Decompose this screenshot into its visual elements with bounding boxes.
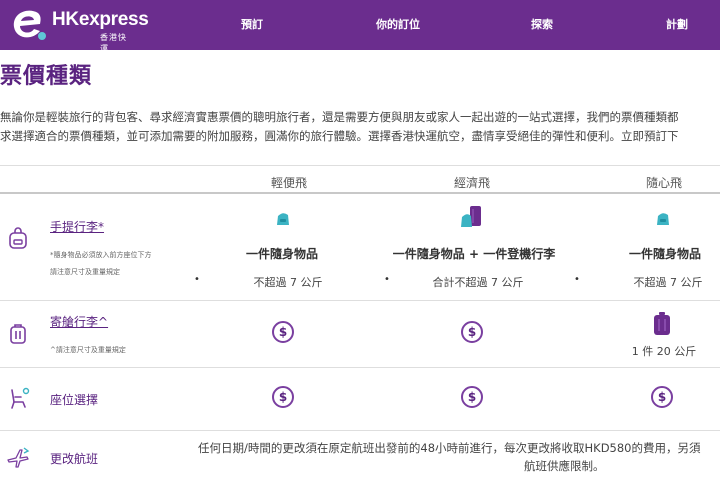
dollar-icon: $ xyxy=(651,386,673,408)
carry-on-label[interactable]: 手提行李* xyxy=(50,218,104,235)
change-flight-policy: 任何日期/時間的更改須在原定航班出發前的48小時前進行，每次更改將收取HKD58… xyxy=(198,441,701,455)
flex-checked-allowance: 1 件 20 公斤 xyxy=(631,345,697,358)
backpack-icon xyxy=(9,227,27,249)
dollar-icon: $ xyxy=(272,386,294,408)
fare-header-flex: 隨心飛 xyxy=(645,176,683,190)
row-divider xyxy=(0,300,720,301)
brand-name: HKexpress xyxy=(52,9,149,30)
nav-plan[interactable]: 計劃 xyxy=(666,16,688,32)
brand-subtitle: 香港快運 xyxy=(100,33,127,53)
checked-baggage-note: ^請注意尺寸及重量規定 xyxy=(50,346,126,354)
flex-carry-on-title: 一件隨身物品 xyxy=(628,247,702,261)
nav-book[interactable]: 預訂 xyxy=(241,16,263,32)
carry-on-note: *隨身物品必須放入前方座位下方 xyxy=(50,251,152,259)
fare-header-light: 輕便飛 xyxy=(270,176,308,190)
plane-change-icon xyxy=(7,447,30,468)
suitcase-icon xyxy=(10,324,26,344)
bullet: • xyxy=(194,274,200,285)
checked-baggage-label[interactable]: 寄艙行李^ xyxy=(50,313,108,330)
small-bag-icon xyxy=(277,213,289,225)
table-header-divider xyxy=(0,192,720,194)
fare-header-economy: 經濟飛 xyxy=(453,176,491,190)
suitcase-included-icon xyxy=(654,312,670,335)
dollar-icon: $ xyxy=(461,321,483,343)
seat-selection-label[interactable]: 座位選擇 xyxy=(50,391,98,408)
page-title: 票價種類 xyxy=(0,64,93,89)
change-flight-label[interactable]: 更改航班 xyxy=(50,450,98,467)
bullet: • xyxy=(574,274,580,285)
top-header: HKexpress 香港快運 預訂 你的訂位 探索 計劃 xyxy=(0,0,720,53)
light-carry-on-weight: 不超過 7 公斤 xyxy=(253,276,323,289)
economy-carry-on-weight: 合計不超過 7 公斤 xyxy=(432,276,524,289)
bullet: • xyxy=(384,274,390,285)
brand-logo[interactable]: HKexpress 香港快運 xyxy=(8,7,149,53)
light-carry-on-title: 一件隨身物品 xyxy=(245,247,319,261)
seat-icon xyxy=(11,387,30,409)
change-flight-policy-2: 航班供應限制。 xyxy=(524,459,605,473)
intro-text: 無論你是輕裝旅行的背包客、尋求經濟實惠票價的聰明旅行者，還是需要方便與朋友或家人… xyxy=(0,110,679,143)
table-top-divider xyxy=(0,165,720,166)
nav-my-booking[interactable]: 你的訂位 xyxy=(376,16,420,32)
bag-and-suitcase-icon xyxy=(461,206,481,227)
brand-e-icon xyxy=(13,10,46,40)
carry-on-note-2: 請注意尺寸及重量規定 xyxy=(50,268,120,276)
flex-carry-on-weight: 不超過 7 公斤 xyxy=(633,276,703,289)
row-divider xyxy=(0,430,720,431)
economy-carry-on-title: 一件隨身物品 + 一件登機行李 xyxy=(392,247,556,261)
small-bag-icon-flex xyxy=(657,213,669,225)
dollar-icon: $ xyxy=(461,386,483,408)
dollar-icon: $ xyxy=(272,321,294,343)
row-divider xyxy=(0,367,720,368)
nav-explore[interactable]: 探索 xyxy=(531,16,553,32)
